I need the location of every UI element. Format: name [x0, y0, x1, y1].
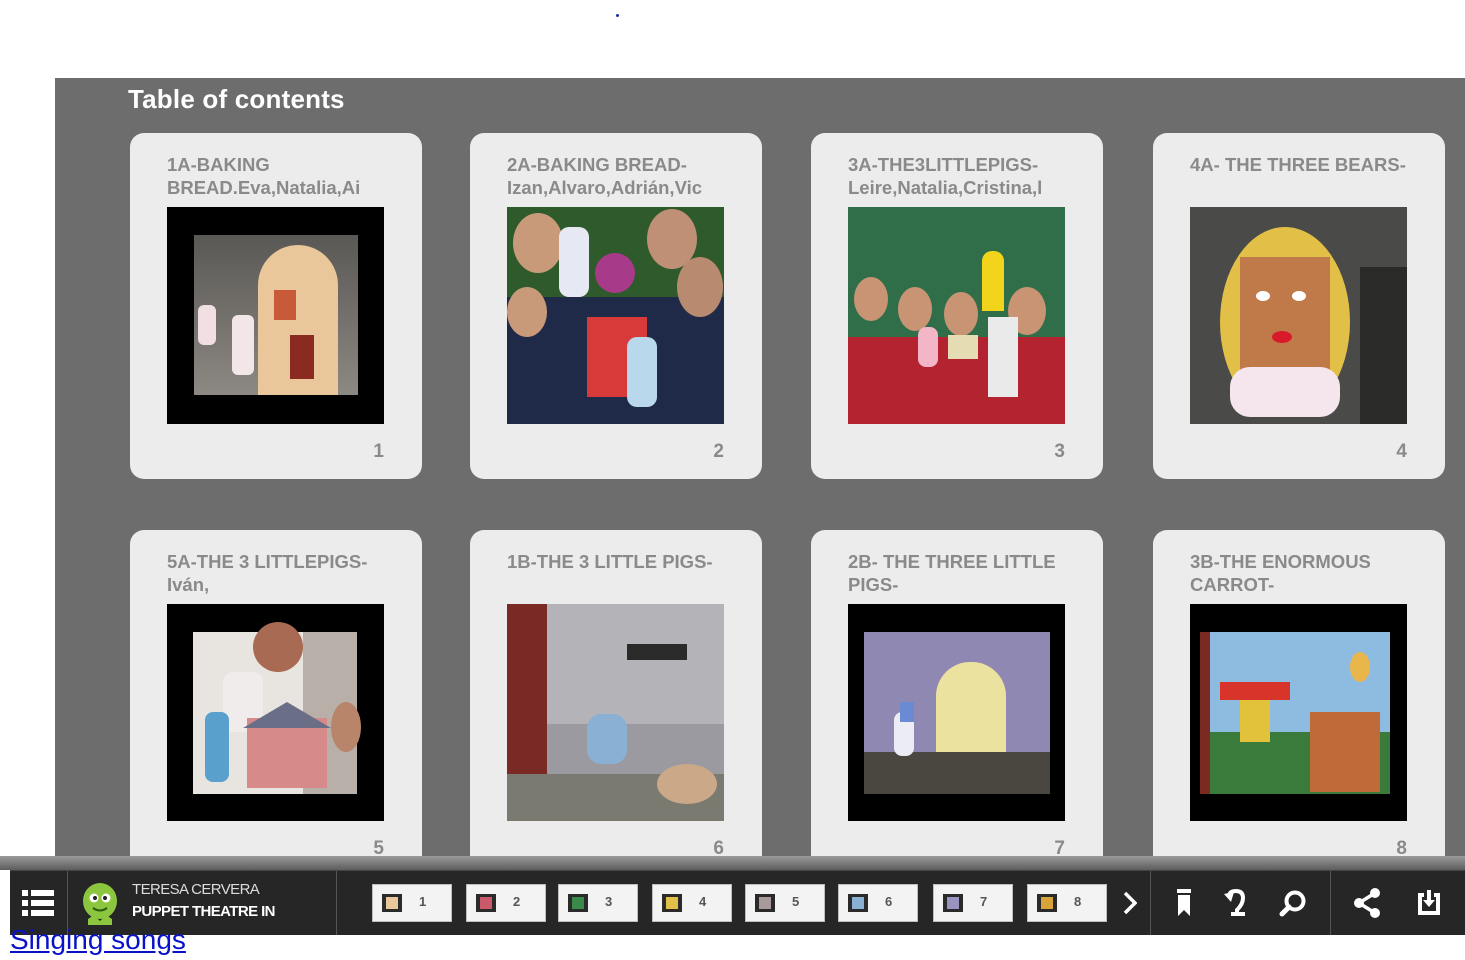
- card-page-number: 4: [1396, 441, 1407, 462]
- card-thumbnail: [507, 604, 724, 821]
- bottom-toolbar: TERESA CERVERA PUPPET THEATRE IN 1 2 3 4…: [10, 870, 1465, 935]
- card-thumbnail: [848, 604, 1065, 821]
- toolbar-separator: [1330, 871, 1331, 935]
- card-page-number: 1: [373, 441, 384, 462]
- next-pages-button[interactable]: [1114, 871, 1146, 935]
- download-button[interactable]: [1408, 871, 1450, 935]
- page-thumb-image: [1037, 894, 1057, 912]
- page-thumb-image: [568, 894, 588, 912]
- card-title: 3B-THE ENORMOUS CARROT-: [1190, 551, 1371, 595]
- page-thumb-8[interactable]: 8: [1027, 884, 1107, 922]
- share-icon: [1354, 888, 1380, 918]
- card-title: 1A-BAKING BREAD.Eva,Natalia,Ai: [167, 154, 361, 198]
- zoom-button[interactable]: [1272, 871, 1314, 935]
- card-thumbnail: [167, 207, 384, 424]
- rotate-icon: [1224, 888, 1246, 916]
- card-page-number: 3: [1054, 441, 1065, 462]
- page-thumb-5[interactable]: 5: [745, 884, 825, 922]
- card-title: 2A-BAKING BREAD- Izan,Alvaro,Adrián,Vic: [507, 154, 702, 198]
- card-title: 4A- THE THREE BEARS-: [1190, 154, 1406, 175]
- toolbar-bevel: [0, 856, 1465, 870]
- book-title: PUPPET THEATRE IN: [132, 903, 275, 920]
- toc-card-5[interactable]: 5A-THE 3 LITTLEPIGS-Iván, 5: [130, 530, 422, 868]
- menu-icon: [22, 890, 54, 916]
- toc-card-3[interactable]: 3A-THE3LITTLEPIGS- Leire,Natalia,Cristin…: [811, 133, 1103, 479]
- page-thumb-2[interactable]: 2: [466, 884, 546, 922]
- page-thumb-number: 4: [699, 894, 707, 909]
- toc-card-4[interactable]: 4A- THE THREE BEARS- 4: [1153, 133, 1445, 479]
- card-thumbnail: [1190, 207, 1407, 424]
- download-icon: [1418, 890, 1440, 915]
- page-thumb-number: 7: [980, 894, 988, 909]
- zoom-icon: [1279, 890, 1306, 917]
- page-thumb-number: 1: [419, 894, 427, 909]
- page-thumb-3[interactable]: 3: [558, 884, 638, 922]
- blue-dot: [616, 14, 619, 17]
- toolbar-separator: [336, 871, 337, 935]
- toc-card-2[interactable]: 2A-BAKING BREAD- Izan,Alvaro,Adrián,Vic …: [470, 133, 762, 479]
- singing-songs-link[interactable]: Singing songs: [10, 924, 186, 956]
- card-title: 1B-THE 3 LITTLE PIGS-: [507, 551, 713, 572]
- toc-card-6[interactable]: 1B-THE 3 LITTLE PIGS- 6: [470, 530, 762, 868]
- page-thumb-number: 6: [885, 894, 893, 909]
- brand-logo-icon: [83, 883, 117, 925]
- toc-card-8[interactable]: 3B-THE ENORMOUS CARROT- 8: [1153, 530, 1445, 868]
- page-thumb-image: [382, 894, 402, 912]
- page-thumb-1[interactable]: 1: [372, 884, 452, 922]
- toc-card-7[interactable]: 2B- THE THREE LITTLE PIGS- 7: [811, 530, 1103, 868]
- card-title: 2B- THE THREE LITTLE PIGS-: [848, 551, 1056, 595]
- page-thumb-7[interactable]: 7: [933, 884, 1013, 922]
- share-button[interactable]: [1346, 871, 1388, 935]
- toc-title: Table of contents: [128, 84, 345, 114]
- page-thumb-number: 2: [513, 894, 521, 909]
- author-name: TERESA CERVERA: [132, 881, 260, 898]
- page-thumb-image: [943, 894, 963, 912]
- page-thumb-6[interactable]: 6: [838, 884, 918, 922]
- page-thumb-image: [755, 894, 775, 912]
- card-thumbnail: [1190, 604, 1407, 821]
- card-title: 3A-THE3LITTLEPIGS- Leire,Natalia,Cristin…: [848, 154, 1043, 198]
- card-page-number: 2: [713, 441, 724, 462]
- toc-card-1[interactable]: 1A-BAKING BREAD.Eva,Natalia,Ai 1: [130, 133, 422, 479]
- page-thumb-number: 3: [605, 894, 613, 909]
- card-thumbnail: [507, 207, 724, 424]
- toolbar-separator: [1150, 871, 1151, 935]
- page-thumb-number: 8: [1074, 894, 1082, 909]
- card-title: 5A-THE 3 LITTLEPIGS-Iván,: [167, 551, 368, 595]
- table-of-contents-panel: Table of contents 1A-BAKING BREAD.Eva,Na…: [55, 78, 1465, 868]
- bookmark-icon: [1177, 889, 1191, 916]
- rotate-button[interactable]: [1216, 871, 1256, 935]
- next-arrow-icon: [1123, 891, 1137, 915]
- page-thumb-number: 5: [792, 894, 800, 909]
- card-thumbnail: [848, 207, 1065, 424]
- card-thumbnail: [167, 604, 384, 821]
- bookmark-button[interactable]: [1166, 871, 1202, 935]
- page-thumb-image: [476, 894, 496, 912]
- page-thumb-4[interactable]: 4: [652, 884, 732, 922]
- page-thumb-image: [848, 894, 868, 912]
- page-thumb-image: [662, 894, 682, 912]
